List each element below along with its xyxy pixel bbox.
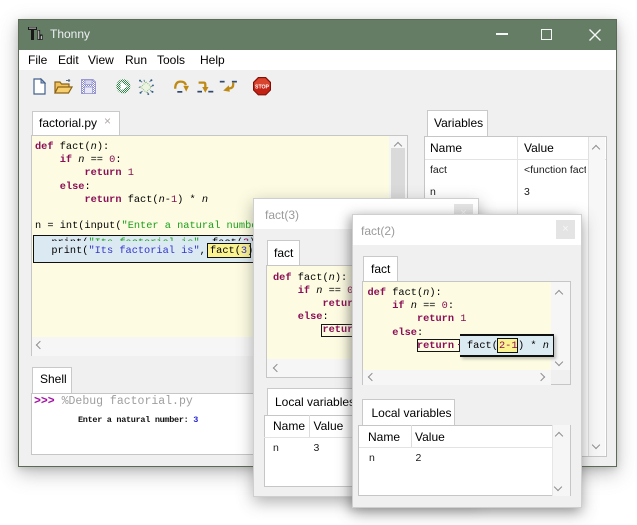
svg-text:STOP: STOP: [255, 85, 270, 91]
